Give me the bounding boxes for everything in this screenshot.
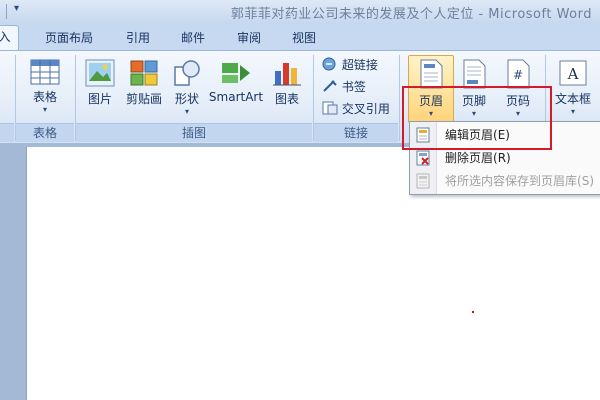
- textbox-button[interactable]: A 文本框 ▾: [550, 59, 596, 116]
- clipart-icon: [130, 60, 158, 86]
- menu-item-save-to-gallery: 将所选内容保存到页眉库(S): [410, 170, 600, 192]
- tab-view[interactable]: 视图: [292, 29, 316, 46]
- shapes-button-label: 形状: [174, 92, 199, 106]
- shapes-button[interactable]: 形状 ▾: [170, 59, 204, 116]
- table-button[interactable]: 表格 ▾: [25, 59, 65, 114]
- delete-header-shortcut: (R): [493, 151, 511, 165]
- highlight-rectangle: [402, 86, 552, 150]
- crossref-icon: [322, 101, 338, 115]
- pagenumber-icon: #: [507, 59, 530, 89]
- chevron-down-icon: ▾: [570, 107, 575, 116]
- hyperlink-icon: [322, 57, 336, 71]
- smartart-button-label: SmartArt: [208, 90, 264, 104]
- svg-text:#: #: [513, 68, 523, 82]
- tab-mailings[interactable]: 邮件: [181, 29, 205, 46]
- tab-references[interactable]: 引用: [126, 29, 150, 46]
- group-illustrations-label: 插图: [76, 123, 312, 142]
- header-icon: [420, 59, 443, 89]
- chart-icon: [273, 63, 301, 86]
- clipart-button[interactable]: 剪贴画: [122, 59, 166, 107]
- hyperlink-button[interactable]: 超链接: [322, 56, 378, 73]
- chart-button[interactable]: 图表: [270, 59, 304, 107]
- qat-separator: [6, 4, 7, 19]
- picture-button[interactable]: 图片: [82, 59, 118, 107]
- picture-icon: [85, 59, 115, 87]
- qat-dropdown-icon[interactable]: ▾: [14, 3, 19, 14]
- save-to-gallery-label: 将所选内容保存到页眉库: [445, 174, 578, 188]
- shapes-icon: [174, 60, 200, 86]
- footer-icon: [463, 59, 486, 89]
- clipart-button-label: 剪贴画: [125, 92, 162, 106]
- group-links-label: 链接: [314, 123, 398, 142]
- textbox-icon: A: [559, 60, 587, 86]
- save-to-gallery-shortcut: (S): [577, 174, 594, 188]
- smartart-icon: [222, 63, 250, 83]
- svg-text:A: A: [567, 65, 579, 83]
- window-title: 郭菲菲对药业公司未来的发展及个人定位 - Microsoft Word: [230, 7, 592, 22]
- textbox-button-label: 文本框: [554, 92, 591, 106]
- table-icon: [30, 59, 60, 85]
- group-separator: [399, 55, 400, 141]
- menu-item-delete-header[interactable]: 删除页眉(R): [410, 147, 600, 169]
- smartart-button[interactable]: SmartArt: [208, 59, 264, 104]
- tab-page-layout[interactable]: 页面布局: [45, 29, 93, 46]
- tab-insert[interactable]: i入: [0, 25, 20, 50]
- bookmark-label: 书签: [341, 80, 366, 94]
- tab-insert-label: i入: [0, 30, 11, 44]
- cursor-mark: [472, 311, 474, 313]
- chevron-down-icon: ▾: [42, 105, 47, 114]
- title-bar: ▾ 郭菲菲对药业公司未来的发展及个人定位 - Microsoft Word: [0, 0, 600, 25]
- picture-button-label: 图片: [87, 92, 112, 106]
- chevron-down-icon: ▾: [184, 107, 189, 116]
- chart-button-label: 图表: [274, 92, 299, 106]
- save-to-gallery-icon: [416, 173, 430, 189]
- hyperlink-label: 超链接: [341, 58, 378, 72]
- crossref-label: 交叉引用: [341, 102, 390, 116]
- table-button-label: 表格: [32, 90, 57, 104]
- group-cut-label: [0, 123, 14, 142]
- group-tables-label: 表格: [16, 123, 74, 142]
- bookmark-icon: [323, 80, 337, 92]
- tab-review[interactable]: 审阅: [237, 29, 261, 46]
- bookmark-button[interactable]: 书签: [322, 78, 366, 95]
- delete-header-label: 删除页眉: [445, 151, 494, 165]
- ribbon-tab-bar: i入 页面布局 引用 邮件 审阅 视图: [0, 24, 600, 50]
- delete-header-icon: [416, 150, 430, 166]
- crossref-button[interactable]: 交叉引用: [322, 100, 390, 117]
